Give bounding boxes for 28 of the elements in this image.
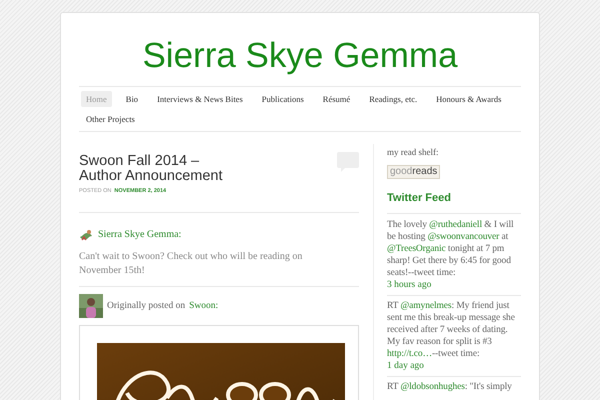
tweet-link[interactable]: @ruthedaniell: [429, 220, 482, 230]
nav-link[interactable]: Readings, etc.: [364, 91, 422, 107]
nav-link[interactable]: Résumé: [318, 91, 356, 107]
post-title[interactable]: Swoon Fall 2014 – Author Announcement: [79, 154, 222, 184]
shelf-label: my read shelf:: [387, 146, 440, 158]
origin-text: Originally posted on: [107, 300, 186, 314]
goodreads-badge[interactable]: goodreads: [387, 165, 440, 179]
tweet-time-link[interactable]: 1 day ago: [387, 360, 521, 372]
nav-link[interactable]: Home: [81, 91, 112, 107]
twitter-feed-heading: Twitter Feed: [387, 191, 452, 206]
site-title[interactable]: Sierra Skye Gemma: [79, 36, 521, 76]
origin-link[interactable]: Swoon:: [189, 299, 218, 314]
post-text: Can't wait to Swoon? Check out who will be reading on November 15th!: [79, 250, 304, 278]
nav-link[interactable]: Other Projects: [81, 111, 140, 127]
tweet-text: RT @ldobsonhughes: "It's simply: [387, 380, 513, 392]
author-link[interactable]: Sierra Skye Gemma:: [98, 227, 182, 242]
tweet-link[interactable]: @ldobsonhughes: [400, 382, 465, 392]
nav-link[interactable]: Interviews & News Bites: [152, 91, 248, 107]
nav-link[interactable]: Honours & Awards: [431, 91, 506, 107]
tweet-time-link[interactable]: 3 hours ago: [387, 278, 521, 290]
tweet-link[interactable]: http://t.co…: [387, 348, 432, 358]
tweet-link[interactable]: @TreesOrganic: [387, 244, 446, 254]
tweet-text: The lovely @ruthedaniell & I will be hosting @swoonvancouver at @TreesOrganic tonight at 7 pm sharp! Get there by 6:45 for good seats!--tweet time:: [387, 218, 515, 278]
tweet-text: RT @amynelmes: My friend just sent me this break-up message she received after 7 weeks of dating. My fav reason for split is #3 http://t.co…--tweet time:: [387, 300, 516, 360]
tweet-link[interactable]: @swoonvancouver: [428, 232, 500, 242]
tweet-link[interactable]: @amynelmes: [400, 300, 452, 310]
nav-link[interactable]: Publications: [256, 91, 309, 107]
nav-link[interactable]: Bio: [120, 91, 144, 107]
